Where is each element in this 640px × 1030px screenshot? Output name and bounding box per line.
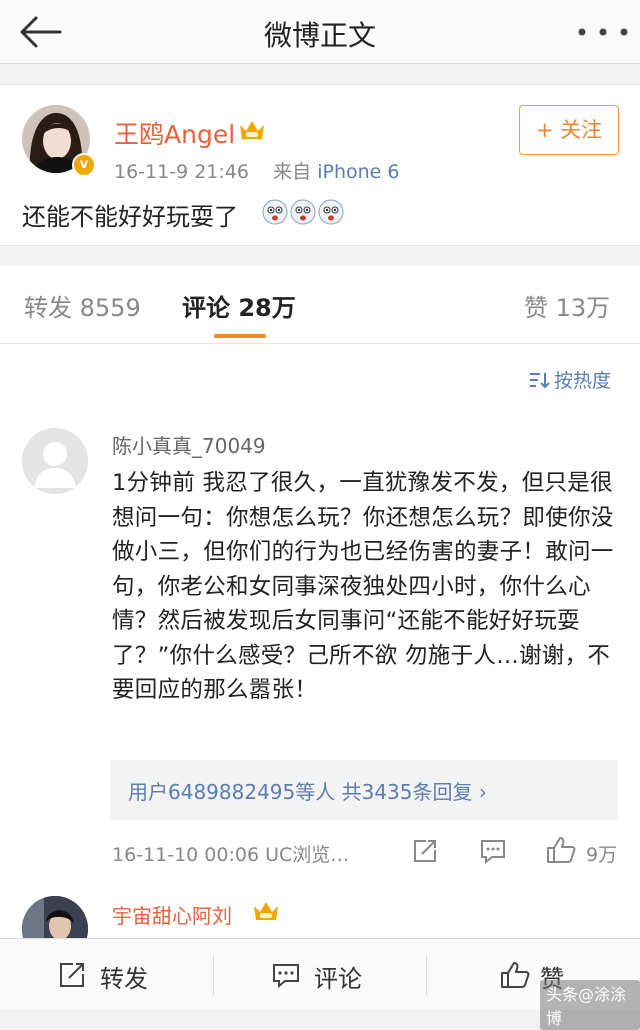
tab-like[interactable]: 赞 13万 bbox=[524, 288, 610, 323]
comment-list: 按热度 陈小真真_70049 1分钟前 我忍了很久，一直犹豫发不发，但只是很想问… bbox=[0, 344, 640, 938]
default-avatar-icon bbox=[22, 428, 88, 494]
plus-icon: + bbox=[535, 118, 561, 142]
vip-crown-icon bbox=[240, 121, 264, 139]
active-tab-indicator bbox=[214, 334, 266, 338]
divider bbox=[213, 955, 214, 995]
author-name[interactable]: 王鸥Angel bbox=[114, 115, 235, 151]
post-source[interactable]: iPhone 6 bbox=[317, 161, 399, 183]
emoji-shocked-icon bbox=[262, 199, 288, 225]
comment-text: 1分钟前 我忍了很久，一直犹豫发不发，但只是很想问一句：你想怎么玩？你还想怎么玩… bbox=[112, 470, 614, 703]
watermark: 头条@涂涂博 bbox=[540, 980, 640, 1030]
emoji-shocked-icon bbox=[290, 199, 316, 225]
commenter-name[interactable]: 陈小真真_70049 bbox=[112, 430, 266, 459]
emoji-shocked-icon bbox=[318, 199, 344, 225]
comment-like-count: 9万 bbox=[586, 844, 618, 866]
sort-by-hot-button[interactable]: 按热度 bbox=[528, 366, 611, 393]
post-meta: 16-11-9 21:46 来自 iPhone 6 bbox=[114, 157, 399, 184]
post-card: v 王鸥Angel 16-11-9 21:46 来自 iPhone 6 + 关注… bbox=[0, 84, 640, 246]
commenter-avatar[interactable] bbox=[22, 896, 88, 938]
verified-badge: v bbox=[72, 153, 96, 177]
post-stats-tabs: 转发 8559 评论 28万 赞 13万 bbox=[0, 266, 640, 344]
post-timestamp: 16-11-9 21:46 bbox=[114, 161, 249, 183]
reply-summary-text: 用户6489882495等人 共3435条回复 › bbox=[128, 780, 487, 804]
thumbs-up-icon[interactable] bbox=[546, 836, 576, 864]
emoji-row bbox=[262, 199, 346, 225]
post-source-prefix: 来自 bbox=[273, 161, 312, 183]
divider bbox=[426, 955, 427, 995]
reply-summary[interactable]: 用户6489882495等人 共3435条回复 › bbox=[110, 760, 618, 820]
comment-icon[interactable] bbox=[272, 961, 300, 989]
page-title: 微博正文 bbox=[263, 19, 376, 52]
tab-repost[interactable]: 转发 8559 bbox=[24, 288, 141, 323]
nav-bar: 微博正文 bbox=[0, 0, 640, 64]
comment-button[interactable]: 评论 bbox=[314, 959, 362, 994]
follow-button[interactable]: + 关注 bbox=[519, 105, 619, 155]
like-icon[interactable] bbox=[500, 961, 530, 989]
reply-comment-icon[interactable] bbox=[480, 838, 506, 864]
tab-comment[interactable]: 评论 28万 bbox=[182, 288, 296, 323]
commenter-photo bbox=[22, 896, 88, 938]
comment-meta: 16-11-10 00:06 UC浏览… bbox=[112, 844, 350, 866]
repost-button[interactable]: 转发 bbox=[100, 959, 148, 994]
sort-icon bbox=[530, 373, 550, 389]
commenter-avatar[interactable] bbox=[22, 428, 88, 494]
vip-crown-icon bbox=[254, 902, 278, 920]
repost-icon[interactable] bbox=[58, 961, 86, 989]
commenter-name[interactable]: 宇宙甜心阿刘 bbox=[112, 900, 232, 929]
post-text: 还能不能好好玩耍了 bbox=[22, 203, 238, 231]
more-options-icon[interactable] bbox=[578, 28, 628, 36]
share-icon[interactable] bbox=[412, 838, 438, 864]
